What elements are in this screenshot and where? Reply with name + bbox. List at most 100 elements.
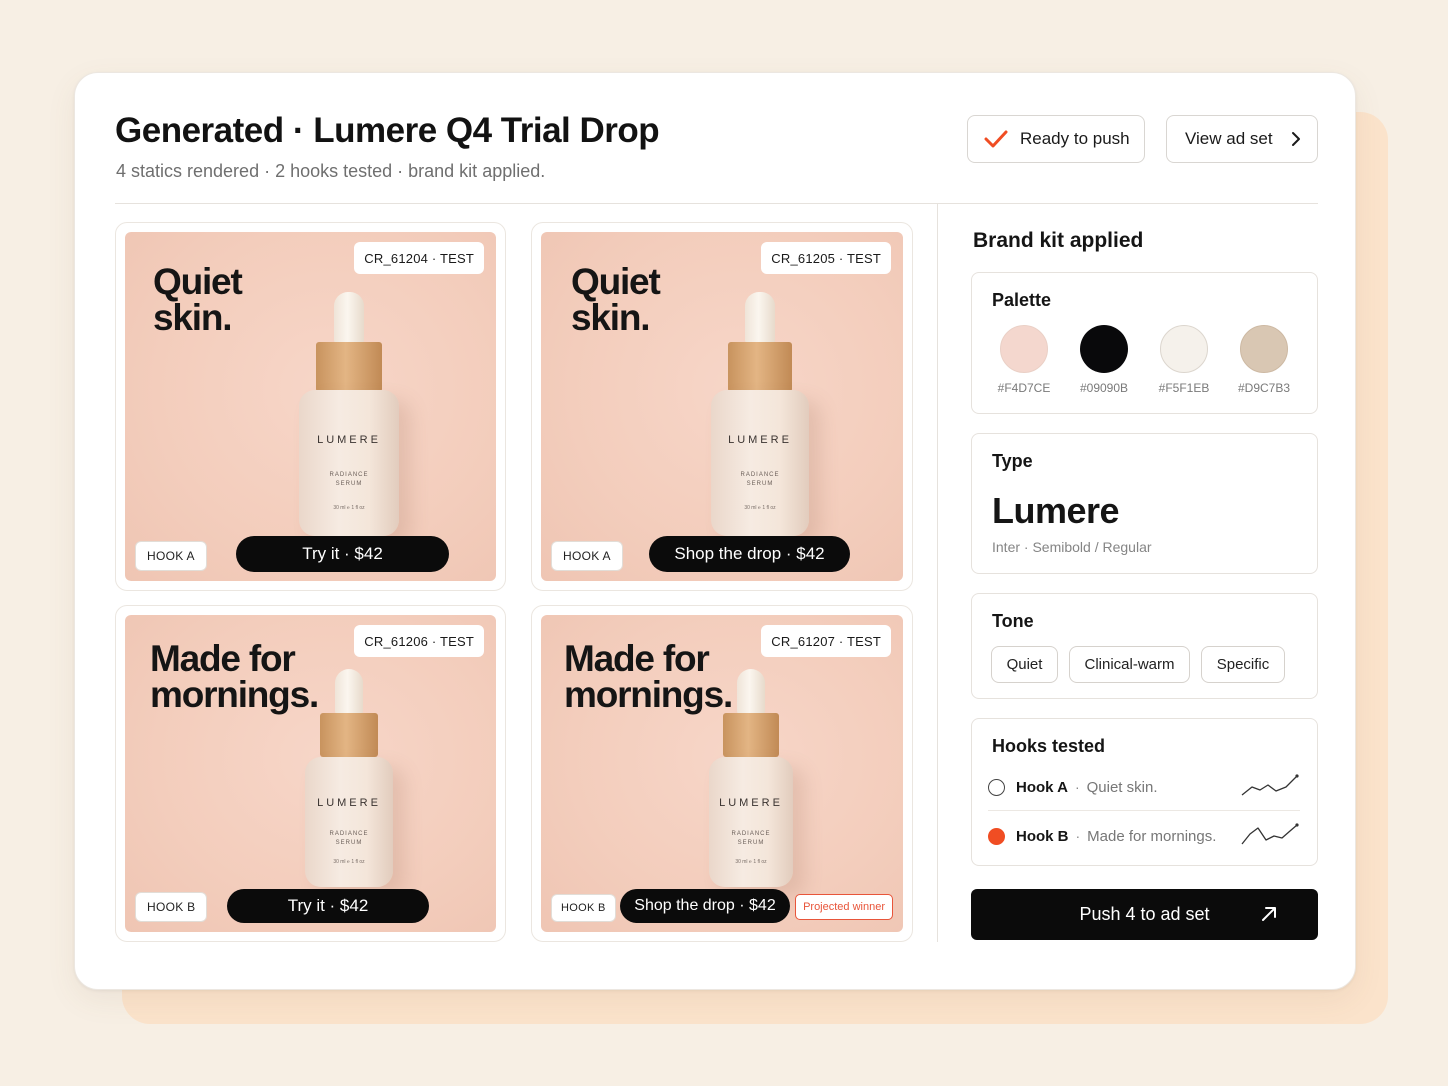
creative-id-badge: CR_61205 · TEST (761, 242, 891, 274)
ad-artwork: Quiet skin. CR_61205 · TEST LUMERE RADIA… (541, 232, 903, 581)
hook-badge: HOOK A (551, 541, 623, 571)
hook-row-a[interactable]: Hook A · Quiet skin. (988, 767, 1300, 807)
palette-section: Palette #F4D7CE #09090B #F5F1EB #D9C7B3 (971, 272, 1318, 414)
chevron-right-icon (1291, 132, 1300, 146)
ready-to-push-button[interactable]: Ready to push (967, 115, 1145, 163)
ad-artwork: Made for mornings. CR_61207 · TEST LUMER… (541, 615, 903, 932)
hooks-title: Hooks tested (992, 736, 1106, 756)
tone-section: Tone Quiet Clinical-warm Specific (971, 593, 1318, 699)
bottle-line: SERUM (737, 840, 765, 846)
page-subtitle: 4 statics rendered · 2 hooks tested · br… (116, 161, 546, 181)
column-divider (937, 204, 938, 942)
bottle-volume: 30 ml ℮ 1 fl oz (735, 859, 767, 865)
serum-bottle-image: LUMERE RADIANCE SERUM 30 ml ℮ 1 fl oz (711, 292, 809, 536)
hook-badge: HOOK B (135, 892, 208, 922)
bottle-line: RADIANCE (329, 831, 369, 837)
bottle-volume: 30 ml ℮ 1 fl oz (333, 859, 365, 865)
palette-swatch[interactable] (1160, 325, 1208, 373)
hook-name: Hook B (1016, 827, 1069, 845)
tone-title: Tone (992, 611, 1034, 631)
creative-card[interactable]: Made for mornings. CR_61206 · TEST LUMER… (115, 605, 506, 942)
ad-headline: Quiet skin. (153, 261, 243, 338)
serum-bottle-image: LUMERE RADIANCE SERUM 30 ml ℮ 1 fl oz (299, 292, 399, 536)
cta-button[interactable]: Shop the drop · $42 (620, 889, 790, 923)
bottle-brand: LUMERE (317, 434, 381, 446)
push-label: Push 4 to ad set (1079, 904, 1210, 924)
hook-text: Made for mornings. (1087, 827, 1217, 845)
projected-winner-badge: Projected winner (795, 894, 893, 920)
bottle-line: SERUM (746, 481, 774, 487)
creative-card[interactable]: Quiet skin. CR_61204 · TEST LUMERE RADIA… (115, 222, 506, 591)
ad-headline-line: mornings. (564, 674, 733, 715)
tone-chip[interactable]: Clinical-warm (1069, 646, 1190, 683)
radio-button[interactable] (988, 778, 1005, 796)
cta-button[interactable]: Try it · $42 (227, 889, 429, 923)
ad-artwork: Made for mornings. CR_61206 · TEST LUMER… (125, 615, 496, 932)
bottle-volume: 30 ml ℮ 1 fl oz (744, 505, 776, 511)
cta-button[interactable]: Shop the drop · $42 (649, 536, 850, 572)
type-section: Type Lumere Inter · Semibold / Regular (971, 433, 1318, 574)
palette-swatch[interactable] (1080, 325, 1128, 373)
brand-kit-title: Brand kit applied (973, 229, 1144, 252)
bottle-line: RADIANCE (329, 472, 369, 478)
hook-divider (988, 810, 1300, 811)
header-divider (115, 203, 1318, 204)
creative-card[interactable]: Made for mornings. CR_61207 · TEST LUMER… (531, 605, 913, 942)
view-ad-set-label: View ad set (1185, 129, 1273, 148)
push-to-ad-set-button[interactable]: Push 4 to ad set (971, 889, 1318, 940)
ad-headline-line: Quiet (153, 261, 243, 302)
tone-chip[interactable]: Specific (1201, 646, 1285, 683)
serum-bottle-image: LUMERE RADIANCE SERUM 30 ml ℮ 1 fl oz (305, 669, 393, 887)
sparkline-icon (1241, 774, 1299, 796)
tone-chip[interactable]: Quiet (991, 646, 1058, 683)
ad-headline-line: Made for (150, 638, 296, 679)
ad-headline-line: Quiet (571, 261, 661, 302)
palette-swatch[interactable] (1000, 325, 1048, 373)
palette-hex: #09090B (1079, 381, 1129, 395)
bottle-line: SERUM (335, 840, 363, 846)
type-title: Type (992, 451, 1033, 471)
sparkline-icon (1241, 823, 1299, 845)
creative-id-badge: CR_61207 · TEST (761, 625, 891, 657)
generated-panel: Generated · Lumere Q4 Trial Drop 4 stati… (74, 72, 1356, 990)
hook-text: Quiet skin. (1086, 778, 1158, 796)
ad-headline-line: skin. (153, 297, 233, 338)
check-icon (984, 130, 1008, 148)
palette-title: Palette (992, 290, 1052, 310)
ad-headline: Made for mornings. (564, 638, 733, 715)
ad-headline: Made for mornings. (150, 638, 319, 715)
ad-headline: Quiet skin. (571, 261, 661, 338)
hook-badge: HOOK B (551, 894, 616, 922)
hook-name: Hook A (1016, 778, 1068, 796)
ad-artwork: Quiet skin. CR_61204 · TEST LUMERE RADIA… (125, 232, 496, 581)
hook-row-b[interactable]: Hook B · Made for mornings. (988, 816, 1300, 856)
creative-id-badge: CR_61206 · TEST (354, 625, 484, 657)
page-title: Generated · Lumere Q4 Trial Drop (115, 111, 660, 150)
creative-id-badge: CR_61204 · TEST (354, 242, 484, 274)
creative-card[interactable]: Quiet skin. CR_61205 · TEST LUMERE RADIA… (531, 222, 913, 591)
ad-headline-line: skin. (571, 297, 651, 338)
radio-button-selected[interactable] (988, 827, 1005, 845)
cta-button[interactable]: Try it · $42 (236, 536, 449, 572)
separator-dot: · (1074, 779, 1080, 795)
hook-badge: HOOK A (135, 541, 207, 571)
view-ad-set-button[interactable]: View ad set (1166, 115, 1318, 163)
palette-hex: #F5F1EB (1158, 381, 1210, 395)
serum-bottle-image: LUMERE RADIANCE SERUM 30 ml ℮ 1 fl oz (709, 669, 793, 887)
bottle-volume: 30 ml ℮ 1 fl oz (333, 505, 365, 511)
bottle-brand: LUMERE (728, 434, 792, 446)
type-note: Inter · Semibold / Regular (992, 539, 1152, 555)
palette-hex: #D9C7B3 (1237, 381, 1291, 395)
bottle-line: RADIANCE (740, 472, 780, 478)
palette-swatch[interactable] (1240, 325, 1288, 373)
ad-headline-line: mornings. (150, 674, 319, 715)
ad-headline-line: Made for (564, 638, 710, 679)
bottle-line: SERUM (335, 481, 363, 487)
arrow-up-right-icon (1262, 907, 1276, 921)
bottle-line: RADIANCE (731, 831, 771, 837)
hooks-section: Hooks tested Hook A · Quiet skin. Hook B… (971, 718, 1318, 866)
palette-hex: #F4D7CE (997, 381, 1051, 395)
separator-dot: · (1075, 828, 1081, 844)
bottle-brand: LUMERE (719, 797, 783, 809)
bottle-brand: LUMERE (317, 797, 381, 809)
